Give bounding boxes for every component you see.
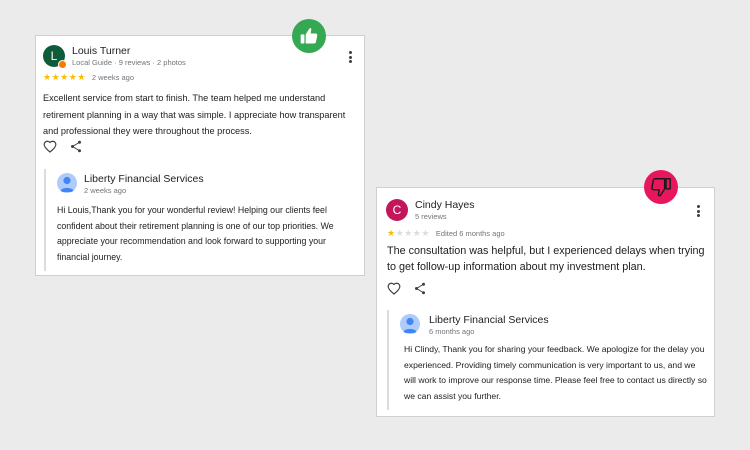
share-icon[interactable] [70,140,82,153]
review-time: Edited 6 months ago [435,229,505,238]
owner-name[interactable]: Liberty Financial Services [429,314,549,326]
owner-avatar-icon[interactable] [400,314,420,334]
more-options-icon[interactable] [345,50,355,64]
star-icon: ★ [395,228,404,238]
star-rating: ★ ★ ★ ★ ★ [387,229,430,238]
share-icon[interactable] [414,282,426,295]
review-text: The consultation was helpful, but I expe… [387,245,705,273]
like-heart-icon[interactable] [43,140,57,153]
owner-reply-time: 6 months ago [429,327,475,336]
owner-name[interactable]: Liberty Financial Services [84,173,204,185]
reviewer-name[interactable]: Cindy Hayes [415,199,475,211]
thumbs-up-icon [292,19,326,53]
review-time: 2 weeks ago [91,73,135,82]
star-icon: ★ [43,72,52,82]
rating-row: ★ ★ ★ ★ ★ 2 weeks ago [43,73,135,83]
owner-reply-header: Liberty Financial Services 2 weeks ago [57,173,204,196]
like-heart-icon[interactable] [387,282,401,295]
reviewer-header: L Louis Turner Local Guide · 9 reviews ·… [43,45,186,69]
star-icon: ★ [421,228,430,238]
owner-avatar-icon[interactable] [57,173,77,193]
reviewer-avatar[interactable]: L [43,45,67,69]
star-icon: ★ [68,72,77,82]
owner-reply: Liberty Financial Services 2 weeks ago H… [44,169,360,271]
local-guide-badge-icon [58,60,67,69]
review-actions [43,140,82,153]
more-options-icon[interactable] [693,204,703,218]
negative-review-card: C Cindy Hayes 5 reviews ★ ★ ★ ★ ★ Edited 6 m… [376,187,715,417]
thumbs-down-icon [644,170,678,204]
review-actions [387,282,426,295]
star-icon: ★ [60,72,69,82]
reviewer-name[interactable]: Louis Turner [72,45,186,57]
rating-row: ★ ★ ★ ★ ★ Edited 6 months ago [387,229,505,239]
reviewer-avatar[interactable]: C [386,199,408,221]
reviewer-meta: 5 reviews [415,212,447,221]
owner-reply: Liberty Financial Services 6 months ago … [387,310,709,410]
review-text: Excellent service from start to finish. … [43,93,346,136]
star-icon: ★ [404,228,413,238]
owner-reply-time: 2 weeks ago [84,186,127,195]
avatar-initial: L [50,49,58,63]
star-icon: ★ [51,72,60,82]
avatar-initial: C [392,203,402,217]
owner-reply-text: Hi Clindy, Thank you for sharing your fe… [404,344,707,401]
positive-review-card: L Louis Turner Local Guide · 9 reviews ·… [35,35,365,276]
star-icon: ★ [77,72,86,82]
star-icon: ★ [412,228,421,238]
star-icon: ★ [387,228,396,238]
reviewer-header: C Cindy Hayes 5 reviews [386,199,475,222]
owner-reply-header: Liberty Financial Services 6 months ago [400,314,549,337]
star-rating: ★ ★ ★ ★ ★ [43,73,86,82]
reviewer-meta: Local Guide · 9 reviews · 2 photos [72,58,186,67]
owner-reply-text: Hi Louis,Thank you for your wonderful re… [57,205,334,262]
